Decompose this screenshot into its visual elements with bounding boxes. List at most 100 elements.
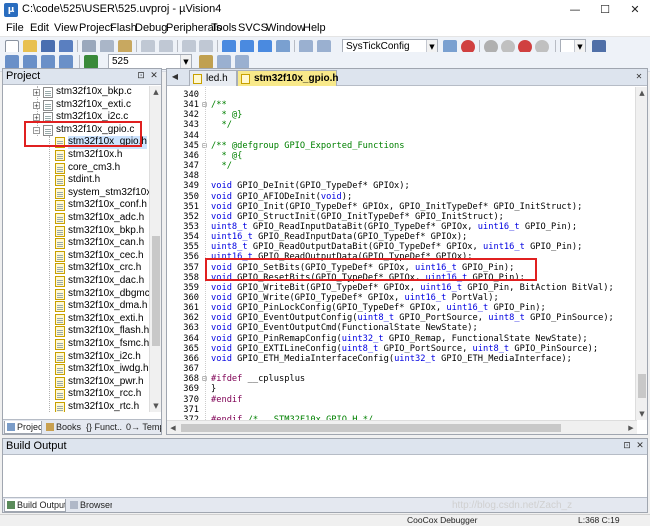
tree-item[interactable]: stm32f10x.h — [3, 149, 149, 162]
tab-project[interactable]: Project — [4, 421, 42, 434]
code-line[interactable]: 368 ⊟ #ifdef __cplusplus — [167, 374, 637, 384]
menu-help[interactable]: Help — [303, 22, 326, 34]
tree-item[interactable]: stm32f10x_rtc.h — [3, 401, 149, 412]
expand-icon[interactable]: + — [33, 101, 40, 109]
download-icon[interactable] — [84, 55, 98, 69]
code-line[interactable]: 351 void GPIO_Init(GPIO_TypeDef* GPIOx, G… — [167, 202, 637, 212]
tree-item[interactable]: stm32f10x_exti.h — [3, 313, 149, 326]
manage-components-icon[interactable] — [235, 55, 249, 69]
scroll-left-icon[interactable]: ◀ — [167, 421, 179, 435]
tree-item[interactable]: stm32f10x_dma.h — [3, 300, 149, 313]
code-line[interactable]: 353 uint8_t GPIO_ReadInputDataBit(GPIO_Ty… — [167, 222, 637, 232]
code-line[interactable]: 350 void GPIO_AFIODeInit(void); — [167, 192, 637, 202]
tab-build-output[interactable]: Build Output — [4, 499, 66, 512]
code-line[interactable]: 360 void GPIO_Write(GPIO_TypeDef* GPIOx, … — [167, 293, 637, 303]
tree-item[interactable]: stm32f10x_bkp.h — [3, 225, 149, 238]
tab-books[interactable]: Books — [44, 421, 82, 434]
code-line[interactable]: 367 — [167, 364, 637, 374]
tree-item[interactable]: stm32f10x_adc.h — [3, 212, 149, 225]
tree-item[interactable]: stm32f10x_pwr.h — [3, 376, 149, 389]
chevron-down-icon[interactable]: ▼ — [180, 55, 191, 69]
tree-item[interactable]: core_cm3.h — [3, 162, 149, 175]
menu-edit[interactable]: Edit — [30, 22, 49, 34]
tab-stm32f10x-gpio-h[interactable]: stm32f10x_gpio.h — [237, 70, 338, 86]
menu-project[interactable]: Project — [79, 22, 113, 34]
menu-window[interactable]: Window — [266, 22, 305, 34]
rebuild-icon[interactable] — [41, 55, 55, 69]
tab-templates[interactable]: 0→ Templ... — [124, 421, 161, 434]
tree-item[interactable]: stm32f10x_conf.h — [3, 199, 149, 212]
code-vertical-scrollbar[interactable]: ▲ ▼ — [635, 87, 647, 420]
close-icon[interactable]: ✕ — [148, 70, 160, 82]
scroll-thumb[interactable] — [152, 236, 160, 346]
menu-flash[interactable]: Flash — [110, 22, 137, 34]
code-line[interactable]: 342 * @} — [167, 110, 637, 120]
tree-item[interactable]: + stm32f10x_exti.c — [3, 99, 149, 112]
code-line[interactable]: 359 void GPIO_WriteBit(GPIO_TypeDef* GPIO… — [167, 283, 637, 293]
code-line[interactable]: 347 */ — [167, 161, 637, 171]
code-line[interactable]: 340 — [167, 90, 637, 100]
project-tree-scrollbar[interactable]: ▲ ▼ — [149, 86, 161, 412]
tree-item[interactable]: system_stm32f10x.h — [3, 187, 149, 200]
menu-file[interactable]: File — [6, 22, 24, 34]
fold-toggle-icon[interactable]: ⊟ — [202, 100, 210, 110]
code-line[interactable]: 369} — [167, 384, 637, 394]
tree-item[interactable]: stm32f10x_rcc.h — [3, 388, 149, 401]
build-icon[interactable] — [23, 55, 37, 69]
tree-item[interactable]: stm32f10x_fsmc.h — [3, 338, 149, 351]
tree-item[interactable]: + stm32f10x_bkp.c — [3, 86, 149, 99]
close-button[interactable]: ✕ — [620, 0, 650, 20]
scroll-up-icon[interactable]: ▲ — [636, 87, 648, 99]
code-line[interactable]: 366 void GPIO_ETH_MediaInterfaceConfig(ui… — [167, 354, 637, 364]
code-line[interactable]: 341 ⊟/** — [167, 100, 637, 110]
code-line[interactable]: 362 void GPIO_EventOutputConfig(uint8_t G… — [167, 313, 637, 323]
menu-svcs[interactable]: SVCS — [238, 22, 268, 34]
minimize-button[interactable]: — — [560, 0, 590, 20]
code-line[interactable]: 348 — [167, 171, 637, 181]
tree-item[interactable]: stm32f10x_can.h — [3, 237, 149, 250]
pin-icon[interactable]: ⊡ — [621, 440, 633, 452]
code-line[interactable]: 371 — [167, 405, 637, 415]
code-view[interactable]: 340 341 ⊟/** 342 * @} 343 */344 345 ⊟/** @defg… — [167, 87, 637, 420]
code-line[interactable]: 344 — [167, 131, 637, 141]
tab-led-h[interactable]: led.h — [189, 70, 237, 86]
target-options-icon[interactable] — [199, 55, 213, 69]
code-line[interactable]: 349 void GPIO_DeInit(GPIO_TypeDef* GPIOx)… — [167, 181, 637, 191]
scroll-up-icon[interactable]: ▲ — [150, 86, 162, 98]
pin-icon[interactable]: ⊡ — [135, 70, 147, 82]
code-horizontal-scrollbar[interactable]: ◀ ▶ — [167, 420, 637, 434]
code-line[interactable]: 346 * @{ — [167, 151, 637, 161]
menu-view[interactable]: View — [54, 22, 78, 34]
scroll-down-icon[interactable]: ▼ — [150, 400, 162, 412]
code-line[interactable]: 363 void GPIO_EventOutputCmd(FunctionalSt… — [167, 323, 637, 333]
tree-item[interactable]: stm32f10x_dbgmcu.h — [3, 288, 149, 301]
tab-browser[interactable]: Browser — [68, 499, 112, 512]
translate-icon[interactable] — [5, 55, 19, 69]
code-line[interactable]: 352 void GPIO_StructInit(GPIO_InitTypeDef… — [167, 212, 637, 222]
tree-item[interactable]: stm32f10x_i2c.h — [3, 351, 149, 364]
scroll-thumb[interactable] — [638, 374, 646, 398]
tree-item[interactable]: stdint.h — [3, 174, 149, 187]
tree-item[interactable]: stm32f10x_dac.h — [3, 275, 149, 288]
code-line[interactable]: 365 void GPIO_EXTILineConfig(uint8_t GPIO… — [167, 344, 637, 354]
fold-toggle-icon[interactable]: ⊟ — [202, 374, 210, 384]
maximize-button[interactable]: ☐ — [590, 0, 620, 20]
scroll-down-icon[interactable]: ▼ — [636, 408, 648, 420]
tree-item[interactable]: stm32f10x_cec.h — [3, 250, 149, 263]
code-line[interactable]: 361 void GPIO_PinLockConfig(GPIO_TypeDef*… — [167, 303, 637, 313]
scroll-right-icon[interactable]: ▶ — [625, 421, 637, 435]
expand-icon[interactable]: + — [33, 89, 40, 97]
close-icon[interactable]: ✕ — [633, 71, 645, 83]
code-line[interactable]: 354 uint16_t GPIO_ReadInputData(GPIO_Type… — [167, 232, 637, 242]
tab-scroll-left-icon[interactable]: ◀ — [169, 71, 181, 83]
file-extensions-icon[interactable] — [217, 55, 231, 69]
menu-debug[interactable]: Debug — [135, 22, 167, 34]
code-line[interactable]: 364 void GPIO_PinRemapConfig(uint32_t GPI… — [167, 334, 637, 344]
code-line[interactable]: 343 */ — [167, 120, 637, 130]
batch-build-icon[interactable] — [59, 55, 73, 69]
tree-item[interactable]: stm32f10x_iwdg.h — [3, 363, 149, 376]
code-line[interactable]: 355 uint8_t GPIO_ReadOutputDataBit(GPIO_T… — [167, 242, 637, 252]
fold-toggle-icon[interactable]: ⊟ — [202, 141, 210, 151]
menu-tools[interactable]: Tools — [211, 22, 237, 34]
tree-item[interactable]: stm32f10x_flash.h — [3, 325, 149, 338]
